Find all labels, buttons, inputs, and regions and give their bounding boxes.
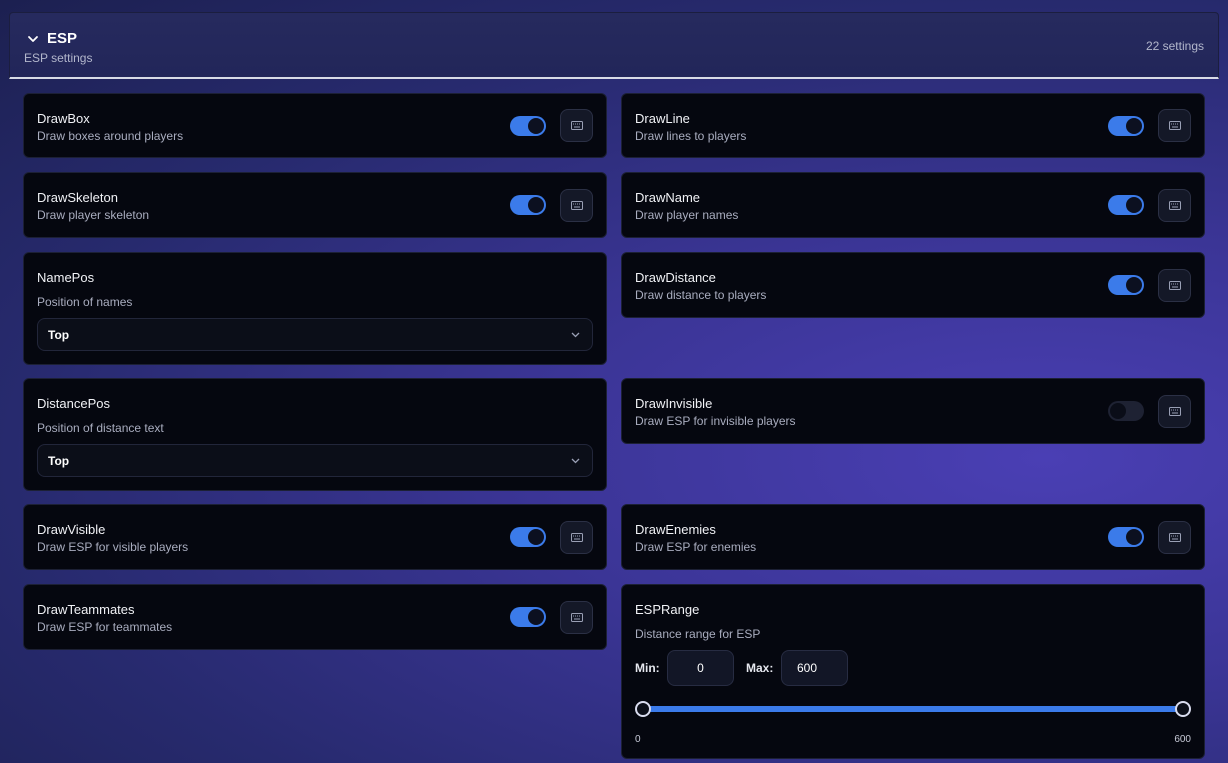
setting-name: DrawLine — [635, 111, 690, 126]
distancepos-select[interactable]: Top — [37, 444, 593, 477]
drawname-toggle[interactable] — [1108, 195, 1144, 215]
chevron-down-icon[interactable] — [27, 33, 39, 45]
range-end-label: 600 — [1174, 734, 1191, 745]
keyboard-icon — [1169, 407, 1181, 416]
setting-name: NamePos — [37, 270, 95, 285]
setting-drawinvisible: DrawInvisible Draw ESP for invisible pla… — [621, 378, 1205, 444]
max-label: Max: — [746, 661, 774, 675]
drawline-toggle[interactable] — [1108, 116, 1144, 136]
drawenemies-keybind-button[interactable] — [1158, 521, 1191, 554]
esp-section-header[interactable]: ESP ESP settings 22 settings — [9, 12, 1219, 79]
namepos-select[interactable]: Top — [37, 318, 593, 351]
setting-drawenemies: DrawEnemies Draw ESP for enemies — [621, 504, 1205, 570]
setting-drawskeleton: DrawSkeleton Draw player skeleton — [23, 172, 607, 238]
range-min-thumb[interactable] — [635, 701, 651, 717]
setting-drawvisible: DrawVisible Draw ESP for visible players — [23, 504, 607, 570]
setting-drawteammates: DrawTeammates Draw ESP for teammates — [23, 584, 607, 650]
setting-name: DistancePos — [37, 396, 110, 411]
keyboard-icon — [1169, 201, 1181, 210]
setting-name: DrawInvisible — [635, 396, 713, 411]
setting-description: Draw player names — [635, 208, 739, 222]
setting-description: Draw boxes around players — [37, 129, 184, 143]
range-max-thumb[interactable] — [1175, 701, 1191, 717]
section-subtitle: ESP settings — [24, 51, 93, 65]
setting-description: Draw ESP for enemies — [635, 540, 757, 554]
keyboard-icon — [571, 533, 583, 542]
chevron-down-icon — [571, 458, 580, 464]
setting-name: DrawVisible — [37, 522, 106, 537]
setting-description: Draw distance to players — [635, 288, 767, 302]
setting-name: DrawSkeleton — [37, 190, 118, 205]
drawteammates-keybind-button[interactable] — [560, 601, 593, 634]
setting-name: DrawEnemies — [635, 522, 716, 537]
setting-esprange: ESPRange Distance range for ESP Min: 0 M… — [621, 584, 1205, 759]
min-label: Min: — [635, 661, 660, 675]
drawskeleton-toggle[interactable] — [510, 195, 546, 215]
drawdistance-keybind-button[interactable] — [1158, 269, 1191, 302]
select-value: Top — [48, 454, 70, 468]
setting-drawbox: DrawBox Draw boxes around players — [23, 93, 607, 158]
range-start-label: 0 — [635, 734, 641, 745]
setting-description: Draw ESP for visible players — [37, 540, 189, 554]
setting-description: Distance range for ESP — [635, 627, 761, 641]
setting-drawline: DrawLine Draw lines to players — [621, 93, 1205, 158]
min-input[interactable]: 0 — [667, 650, 734, 686]
setting-name: DrawTeammates — [37, 602, 135, 617]
setting-description: Draw player skeleton — [37, 208, 150, 222]
drawbox-toggle[interactable] — [510, 116, 546, 136]
keyboard-icon — [1169, 281, 1181, 290]
setting-name: ESPRange — [635, 602, 700, 617]
drawvisible-keybind-button[interactable] — [560, 521, 593, 554]
drawbox-keybind-button[interactable] — [560, 109, 593, 142]
setting-description: Draw ESP for invisible players — [635, 414, 796, 428]
setting-description: Draw lines to players — [635, 129, 747, 143]
keyboard-icon — [571, 613, 583, 622]
setting-name: DrawBox — [37, 111, 90, 126]
setting-distancepos: DistancePos Position of distance text To… — [23, 378, 607, 491]
drawdistance-toggle[interactable] — [1108, 275, 1144, 295]
drawvisible-toggle[interactable] — [510, 527, 546, 547]
drawline-keybind-button[interactable] — [1158, 109, 1191, 142]
keyboard-icon — [571, 201, 583, 210]
section-title: ESP — [47, 30, 78, 47]
drawinvisible-toggle[interactable] — [1108, 401, 1144, 421]
setting-namepos: NamePos Position of names Top — [23, 252, 607, 365]
setting-description: Position of distance text — [37, 421, 164, 435]
setting-name: DrawDistance — [635, 270, 716, 285]
setting-description: Position of names — [37, 295, 133, 309]
max-input[interactable]: 600 — [781, 650, 848, 686]
setting-name: DrawName — [635, 190, 701, 205]
chevron-down-icon — [571, 332, 580, 338]
drawskeleton-keybind-button[interactable] — [560, 189, 593, 222]
keyboard-icon — [571, 121, 583, 130]
drawteammates-toggle[interactable] — [510, 607, 546, 627]
drawinvisible-keybind-button[interactable] — [1158, 395, 1191, 428]
setting-drawdistance: DrawDistance Draw distance to players — [621, 252, 1205, 318]
drawenemies-toggle[interactable] — [1108, 527, 1144, 547]
setting-drawname: DrawName Draw player names — [621, 172, 1205, 238]
keyboard-icon — [1169, 121, 1181, 130]
setting-description: Draw ESP for teammates — [37, 620, 173, 634]
select-value: Top — [48, 328, 70, 342]
range-slider-track[interactable] — [642, 706, 1182, 712]
settings-count: 22 settings — [1145, 39, 1204, 53]
drawname-keybind-button[interactable] — [1158, 189, 1191, 222]
keyboard-icon — [1169, 533, 1181, 542]
